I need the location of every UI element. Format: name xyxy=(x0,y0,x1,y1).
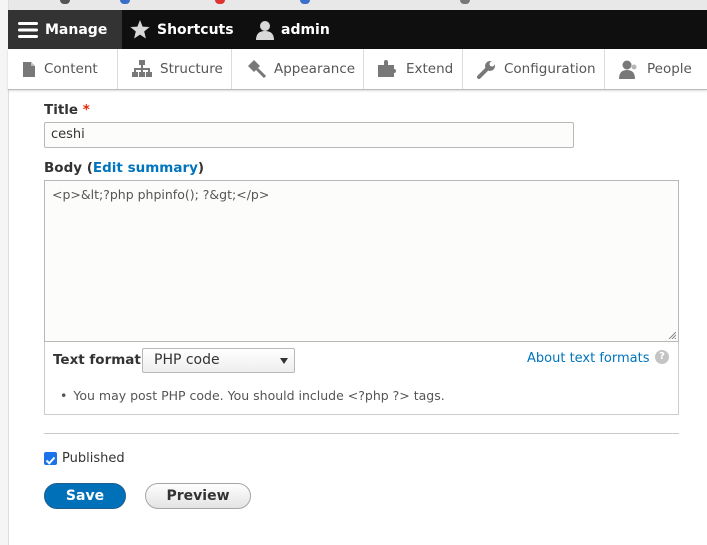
published-label: Published xyxy=(62,451,125,466)
divider xyxy=(44,433,679,434)
star-icon xyxy=(130,20,150,39)
checkmark-icon xyxy=(45,456,56,465)
text-format-tip: • You may post PHP code. You should inclu… xyxy=(60,388,445,403)
bullet-icon: • xyxy=(60,388,68,403)
save-button[interactable]: Save xyxy=(44,483,126,509)
tab-indicator xyxy=(460,0,470,4)
tray-label: Extend xyxy=(406,61,454,77)
wrench-icon xyxy=(477,60,495,79)
appearance-icon xyxy=(248,60,266,78)
tray-item-extend[interactable]: Extend xyxy=(364,49,463,89)
about-text-formats-link[interactable]: About text formats xyxy=(527,351,650,366)
toolbar-user-label: admin xyxy=(281,21,330,38)
tray-label: Configuration xyxy=(504,61,596,77)
body-text: <p>&lt;?php phpinfo(); ?&gt;</p> xyxy=(52,187,270,202)
tray-item-structure[interactable]: Structure xyxy=(118,49,232,89)
tray-item-configuration[interactable]: Configuration xyxy=(463,49,605,89)
body-label: Body ( xyxy=(44,160,93,176)
tab-indicator xyxy=(300,0,310,4)
text-format-value: PHP code xyxy=(154,352,220,368)
toolbar-manage[interactable]: Manage xyxy=(8,10,122,49)
tray-label: Appearance xyxy=(274,61,356,77)
tip-text: You may post PHP code. You should includ… xyxy=(73,388,445,403)
text-format-select[interactable]: PHP code xyxy=(142,348,295,373)
resize-grip-icon[interactable] xyxy=(668,331,676,339)
browser-top-strip xyxy=(0,0,707,10)
help-icon[interactable]: ? xyxy=(655,350,669,364)
admin-tray: Content Structure Appearance Extend Conf… xyxy=(8,49,707,90)
edit-summary-link[interactable]: Edit summary xyxy=(93,160,198,176)
tray-label: Content xyxy=(44,61,98,77)
dropdown-arrow-icon xyxy=(280,358,288,364)
tray-label: Structure xyxy=(160,61,223,77)
title-label-row: Title * xyxy=(44,102,90,118)
toolbar-manage-label: Manage xyxy=(45,21,108,38)
body-textarea[interactable]: <p>&lt;?php phpinfo(); ?&gt;</p> xyxy=(44,180,679,342)
user-icon xyxy=(256,20,274,40)
tray-label: People xyxy=(647,61,692,77)
tab-indicator xyxy=(215,0,225,4)
tray-item-content[interactable]: Content xyxy=(8,49,118,89)
tray-item-people[interactable]: People xyxy=(605,49,707,89)
extend-icon xyxy=(378,60,396,77)
title-input[interactable]: ceshi xyxy=(44,122,574,148)
structure-icon xyxy=(132,60,152,77)
tray-item-appearance[interactable]: Appearance xyxy=(232,49,364,89)
content-icon xyxy=(23,61,35,77)
hamburger-menu-icon xyxy=(18,21,38,38)
preview-button[interactable]: Preview xyxy=(145,483,251,509)
body-label-row: Body (Edit summary) xyxy=(44,160,204,176)
published-checkbox[interactable] xyxy=(44,452,57,465)
tab-indicator xyxy=(60,0,70,4)
required-marker: * xyxy=(82,102,90,118)
body-label-close: ) xyxy=(197,160,205,176)
people-icon xyxy=(619,60,637,79)
toolbar-user[interactable]: admin xyxy=(256,10,330,49)
toolbar-shortcuts-label: Shortcuts xyxy=(157,21,234,38)
admin-toolbar: Manage Shortcuts admin xyxy=(8,10,707,49)
title-label: Title xyxy=(44,102,79,118)
text-format-label: Text format xyxy=(53,352,141,368)
toolbar-shortcuts[interactable]: Shortcuts xyxy=(130,10,234,49)
tab-indicator xyxy=(120,0,130,4)
